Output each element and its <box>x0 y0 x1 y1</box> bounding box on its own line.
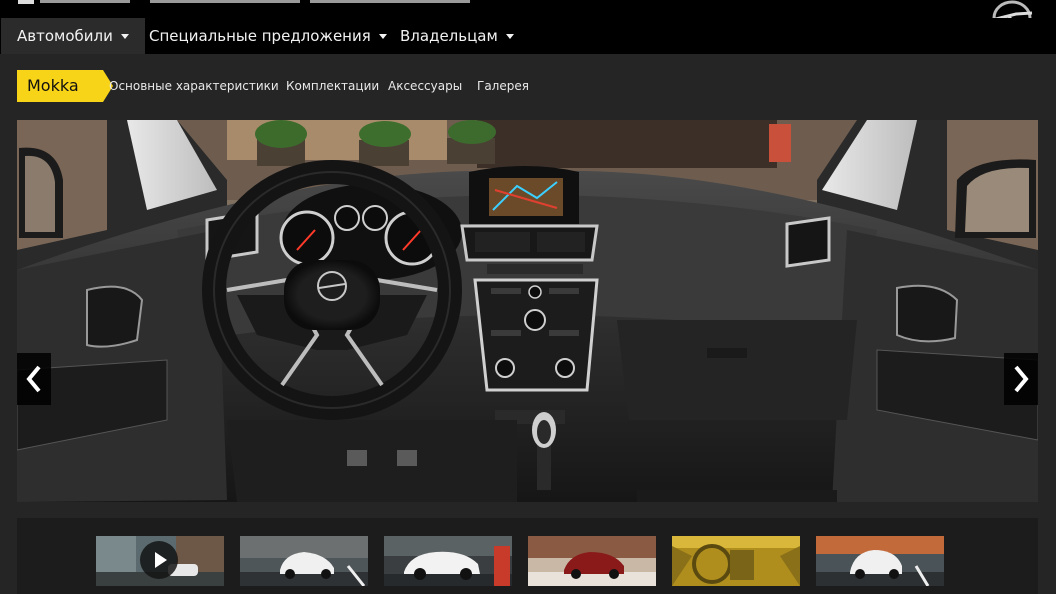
chevron-down-icon <box>505 34 514 39</box>
model-badge[interactable]: Mokka <box>17 70 113 102</box>
chevron-right-icon <box>1014 365 1029 393</box>
subnav-link-accessories[interactable]: Аксессуары <box>388 70 462 102</box>
thumb-white-front[interactable] <box>240 536 368 586</box>
nav-item-label: Владельцам <box>400 27 498 45</box>
gallery-next-button[interactable] <box>1004 353 1038 405</box>
car-interior-image <box>17 120 1038 502</box>
gallery-thumbnails <box>17 518 1038 594</box>
thumbnail-image <box>240 536 368 586</box>
subnav-link-trims[interactable]: Комплектации <box>286 70 379 102</box>
thumbnail-image <box>384 536 512 586</box>
thumb-white-rear[interactable] <box>816 536 944 586</box>
main-navigation: Автомобили Специальные предложения Владе… <box>0 18 1056 54</box>
play-icon <box>140 541 178 579</box>
content-panel: Mokka Основные характеристики Комплектац… <box>0 54 1056 594</box>
nav-item-cars[interactable]: Автомобили <box>1 18 145 54</box>
thumb-red-car[interactable] <box>528 536 656 586</box>
subnav-link-gallery[interactable]: Галерея <box>477 70 529 102</box>
nav-item-special-offers[interactable]: Специальные предложения <box>133 18 403 54</box>
subnav-link-specs[interactable]: Основные характеристики <box>109 70 279 102</box>
gallery-prev-button[interactable] <box>17 353 51 405</box>
thumb-interior-gold[interactable] <box>672 536 800 586</box>
thumbnail-image <box>528 536 656 586</box>
thumb-white-side[interactable] <box>384 536 512 586</box>
thumbnail-image <box>672 536 800 586</box>
chevron-down-icon <box>120 34 129 39</box>
top-links-strip <box>0 0 1056 18</box>
thumbnail-image <box>816 536 944 586</box>
gallery-main-image <box>17 120 1038 502</box>
chevron-left-icon <box>26 365 41 393</box>
cropped-top-links <box>18 0 470 4</box>
thumb-video[interactable] <box>96 536 224 586</box>
nav-item-label: Автомобили <box>17 27 113 45</box>
nav-item-owners[interactable]: Владельцам <box>384 18 530 54</box>
nav-item-label: Специальные предложения <box>149 27 371 45</box>
